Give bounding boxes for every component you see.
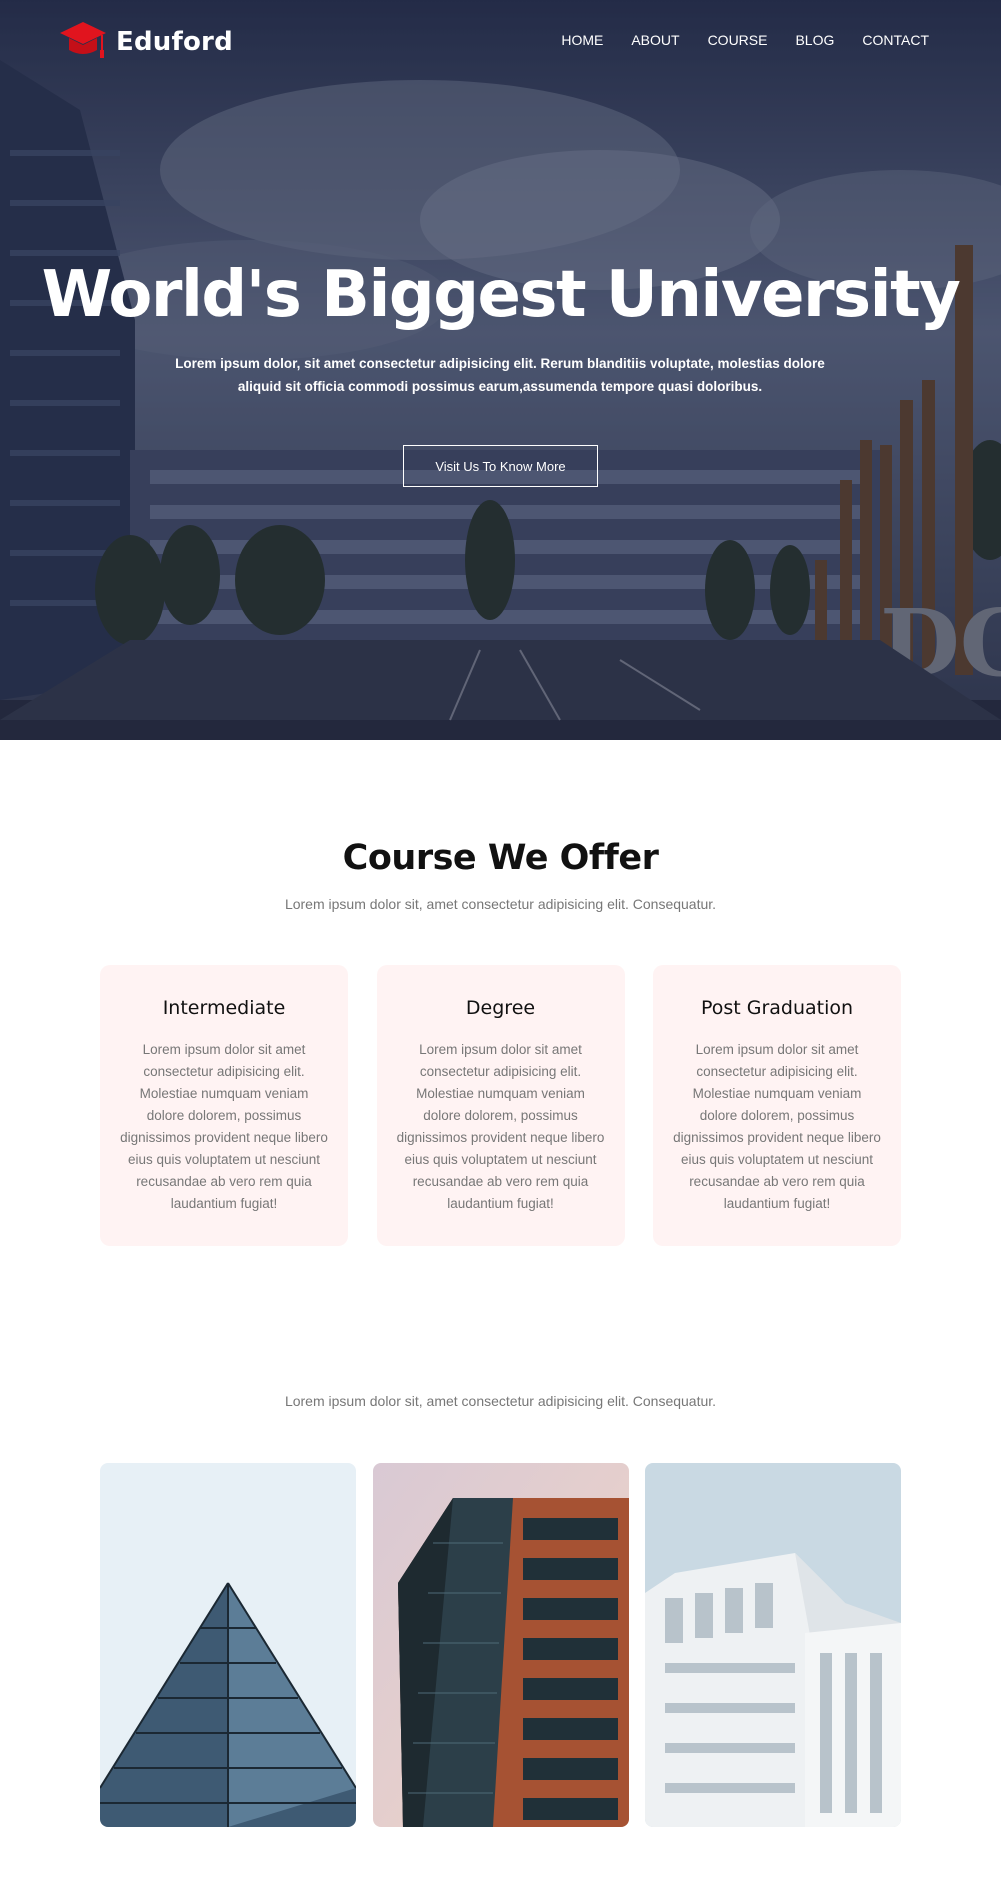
brand-logo[interactable]: Eduford xyxy=(58,20,233,64)
course-card-intermediate[interactable]: Intermediate Lorem ipsum dolor sit amet … xyxy=(100,965,348,1246)
visit-us-button[interactable]: Visit Us To Know More xyxy=(403,445,598,487)
gallery-grid xyxy=(100,1463,901,1827)
hero-subtitle: Lorem ipsum dolor, sit amet consectetur … xyxy=(175,356,825,394)
hero-title: World's Biggest University xyxy=(41,258,961,332)
brand-name: Eduford xyxy=(116,27,233,57)
course-card-text: Lorem ipsum dolor sit amet consectetur a… xyxy=(673,1042,881,1211)
gallery-subtitle: Lorem ipsum dolor sit, amet consectetur … xyxy=(284,1393,717,1409)
graduation-cap-icon xyxy=(60,22,106,58)
gallery-photo-red-tower[interactable] xyxy=(372,1463,629,1827)
courses-subtitle: Lorem ipsum dolor sit, amet consectetur … xyxy=(284,896,717,912)
course-card-post-graduation[interactable]: Post Graduation Lorem ipsum dolor sit am… xyxy=(653,965,901,1246)
nav-course-link[interactable]: COURSE xyxy=(708,32,768,48)
red-frame-tower-image xyxy=(372,1463,629,1827)
nav-menu: HOME ABOUT COURSE BLOG CONTACT xyxy=(561,32,929,48)
nav-about-link[interactable]: ABOUT xyxy=(631,32,679,48)
nav-contact-link[interactable]: CONTACT xyxy=(862,32,929,48)
white-building-image xyxy=(645,1463,901,1827)
course-card-text: Lorem ipsum dolor sit amet consectetur a… xyxy=(396,1042,605,1211)
course-card-title: Post Graduation xyxy=(700,997,854,1019)
course-cards: Intermediate Lorem ipsum dolor sit amet … xyxy=(100,965,901,1246)
course-card-title: Degree xyxy=(465,997,536,1019)
nav-home-link[interactable]: HOME xyxy=(561,32,603,48)
glass-pyramid-building-image xyxy=(100,1463,356,1827)
gallery-photo-white-building[interactable] xyxy=(645,1463,901,1827)
nav-blog-link[interactable]: BLOG xyxy=(795,32,834,48)
course-card-title: Intermediate xyxy=(162,997,286,1019)
hero-section: DC Eduford HOME ABOUT COURSE BLOG CONTAC… xyxy=(0,0,1001,740)
gallery-photo-glass-pyramid[interactable] xyxy=(100,1463,356,1827)
course-card-text: Lorem ipsum dolor sit amet consectetur a… xyxy=(120,1042,328,1211)
courses-title: Course We Offer xyxy=(342,838,659,878)
top-navigation: Eduford HOME ABOUT COURSE BLOG CONTACT xyxy=(0,0,1001,84)
course-card-degree[interactable]: Degree Lorem ipsum dolor sit amet consec… xyxy=(376,965,625,1246)
